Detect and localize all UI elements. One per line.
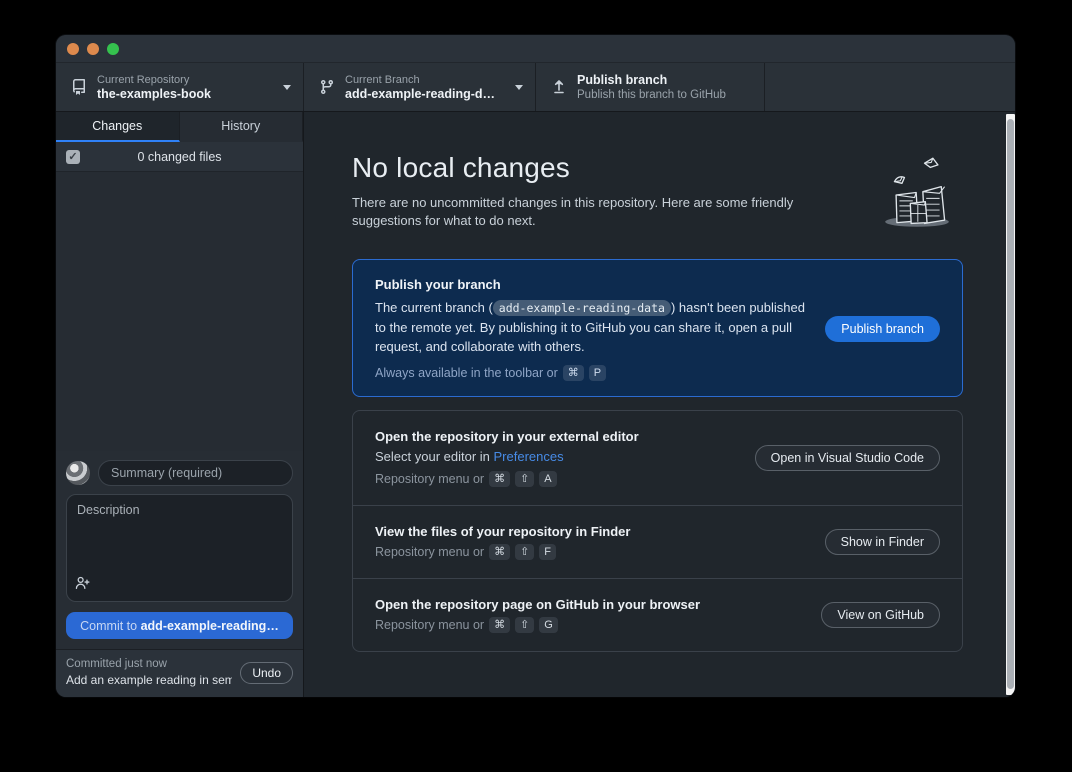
suggestion-show-in-finder: View the files of your repository in Fin…: [353, 506, 962, 579]
cmd-key: ⌘: [489, 544, 510, 560]
current-branch-value: add-example-reading-d…: [345, 87, 507, 102]
shift-key: ⇧: [515, 544, 534, 560]
close-window-button[interactable]: [67, 43, 79, 55]
preferences-link[interactable]: Preferences: [494, 449, 564, 464]
cmd-key: ⌘: [563, 365, 584, 381]
scrollbar-track: [1006, 114, 1015, 695]
shift-key: ⇧: [515, 471, 534, 487]
publish-branch-toolbar-button[interactable]: Publish branch Publish this branch to Gi…: [536, 63, 765, 111]
repo-icon: [71, 79, 87, 95]
commit-form: Commit to add-example-reading…: [56, 451, 303, 649]
sidebar: Changes History ✓ 0 changed files: [56, 112, 304, 697]
commit-button-prefix: Commit to: [80, 619, 140, 633]
suggestions-card: Open the repository in your external edi…: [352, 410, 963, 652]
suggestion-title: View the files of your repository in Fin…: [375, 524, 805, 539]
tab-changes[interactable]: Changes: [56, 112, 180, 142]
publish-branch-subtitle: Publish this branch to GitHub: [577, 88, 752, 102]
p-key: P: [589, 365, 606, 381]
suggestion-title: Open the repository in your external edi…: [375, 429, 735, 444]
page-subtitle: There are no uncommitted changes in this…: [352, 194, 864, 230]
user-avatar: [66, 461, 90, 485]
cmd-key: ⌘: [489, 617, 510, 633]
tab-history-label: History: [221, 119, 260, 133]
current-repository-label: Current Repository: [97, 73, 275, 87]
commit-status-text: Committed just now: [66, 657, 232, 672]
show-in-finder-button[interactable]: Show in Finder: [825, 529, 940, 555]
publish-branch-card: Publish your branch The current branch (…: [352, 259, 963, 397]
publish-branch-button[interactable]: Publish branch: [825, 316, 940, 342]
sidebar-tabs: Changes History: [56, 112, 303, 142]
suggestion-shortcut: Repository menu or ⌘ ⇧ G: [375, 617, 801, 633]
a-key: A: [539, 471, 556, 487]
suggestion-shortcut: Repository menu or ⌘ ⇧ A: [375, 471, 735, 487]
page-title: No local changes: [352, 152, 871, 184]
last-commit-message: Add an example reading in semi-…: [66, 672, 232, 688]
g-key: G: [539, 617, 558, 633]
suggestion-external-editor: Open the repository in your external edi…: [353, 411, 962, 506]
commit-button[interactable]: Commit to add-example-reading…: [66, 612, 293, 639]
main-content: No local changes There are no uncommitte…: [304, 112, 1015, 697]
tab-history[interactable]: History: [180, 112, 304, 142]
changed-files-row: ✓ 0 changed files: [56, 142, 303, 172]
publish-card-shortcut: Always available in the toolbar or ⌘ P: [375, 365, 805, 381]
commit-summary-input[interactable]: [98, 460, 293, 486]
scrollbar-thumb[interactable]: [1007, 119, 1014, 689]
publish-branch-title: Publish branch: [577, 73, 752, 88]
open-in-editor-button[interactable]: Open in Visual Studio Code: [755, 445, 940, 471]
changed-files-count: 0 changed files: [80, 150, 279, 164]
current-branch-label: Current Branch: [345, 73, 507, 87]
commit-description-input[interactable]: [66, 494, 293, 602]
titlebar: [56, 35, 1015, 62]
publish-card-title: Publish your branch: [375, 277, 805, 292]
chevron-down-icon: [515, 85, 523, 90]
current-repository-dropdown[interactable]: Current Repository the-examples-book: [56, 63, 304, 111]
undo-button[interactable]: Undo: [240, 662, 293, 684]
f-key: F: [539, 544, 556, 560]
commit-button-branch: add-example-reading…: [141, 619, 279, 633]
suggestion-title: Open the repository page on GitHub in yo…: [375, 597, 801, 612]
branch-name-code: add-example-reading-data: [493, 300, 671, 316]
add-coauthor-icon[interactable]: [75, 576, 90, 595]
publish-card-body: The current branch (add-example-reading-…: [375, 298, 805, 356]
editor-preference-line: Select your editor in Preferences: [375, 449, 735, 464]
minimize-window-button[interactable]: [87, 43, 99, 55]
select-all-checkbox[interactable]: ✓: [66, 150, 80, 164]
current-repository-value: the-examples-book: [97, 87, 275, 102]
changed-files-list: [56, 172, 303, 451]
chevron-down-icon: [283, 85, 291, 90]
cmd-key: ⌘: [489, 471, 510, 487]
current-branch-dropdown[interactable]: Current Branch add-example-reading-d…: [304, 63, 536, 111]
upload-icon: [551, 79, 567, 95]
undo-commit-bar: Committed just now Add an example readin…: [56, 649, 303, 697]
suggestion-view-on-github: Open the repository page on GitHub in yo…: [353, 579, 962, 651]
suggestion-shortcut: Repository menu or ⌘ ⇧ F: [375, 544, 805, 560]
toolbar-spacer: [765, 63, 1015, 111]
app-window: Current Repository the-examples-book Cur…: [56, 35, 1015, 697]
no-changes-illustration: [871, 147, 963, 238]
zoom-window-button[interactable]: [107, 43, 119, 55]
tab-changes-label: Changes: [92, 119, 142, 133]
shift-key: ⇧: [515, 617, 534, 633]
toolbar: Current Repository the-examples-book Cur…: [56, 62, 1015, 112]
git-branch-icon: [319, 79, 335, 95]
view-on-github-button[interactable]: View on GitHub: [821, 602, 940, 628]
